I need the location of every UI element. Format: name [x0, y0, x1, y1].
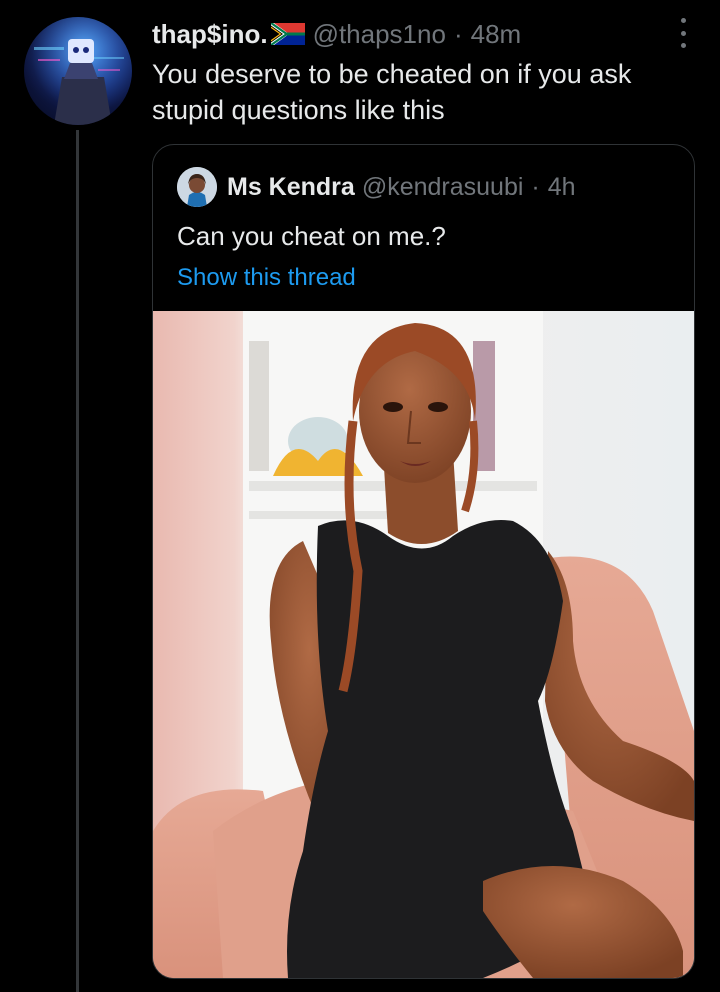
tweet-header: thap$ino. @thaps1no · 48m — [152, 17, 650, 51]
tweet-timestamp[interactable]: 48m — [471, 19, 522, 50]
author-handle[interactable]: @thaps1no — [313, 19, 446, 50]
quoted-tweet-header: Ms Kendra @kendrasuubi · 4h — [177, 167, 576, 207]
quoted-author-display-name[interactable]: Ms Kendra — [227, 173, 355, 202]
south-africa-flag-icon — [270, 23, 305, 45]
author-display-name[interactable]: thap$ino. — [152, 19, 268, 50]
quoted-author-avatar[interactable] — [177, 167, 217, 207]
quoted-author-handle[interactable]: @kendrasuubi — [362, 173, 524, 202]
more-dot — [680, 30, 686, 36]
more-vertical-icon[interactable] — [672, 18, 694, 48]
quoted-tweet-text: Can you cheat on me.? — [177, 221, 446, 251]
quoted-separator-dot: · — [531, 172, 540, 201]
more-dot — [680, 18, 686, 23]
more-dot — [680, 43, 686, 48]
show-thread-link[interactable]: Show this thread — [177, 262, 356, 294]
thread-connector-line — [76, 130, 79, 992]
separator-dot: · — [453, 18, 463, 49]
tweet-text: You deserve to be cheated on if you ask … — [152, 59, 632, 125]
quoted-tweet-timestamp[interactable]: 4h — [548, 173, 576, 202]
quoted-tweet-card[interactable]: Ms Kendra @kendrasuubi · 4h Can you chea… — [152, 144, 695, 979]
author-avatar[interactable] — [24, 17, 132, 125]
quoted-tweet-photo[interactable] — [153, 311, 694, 978]
